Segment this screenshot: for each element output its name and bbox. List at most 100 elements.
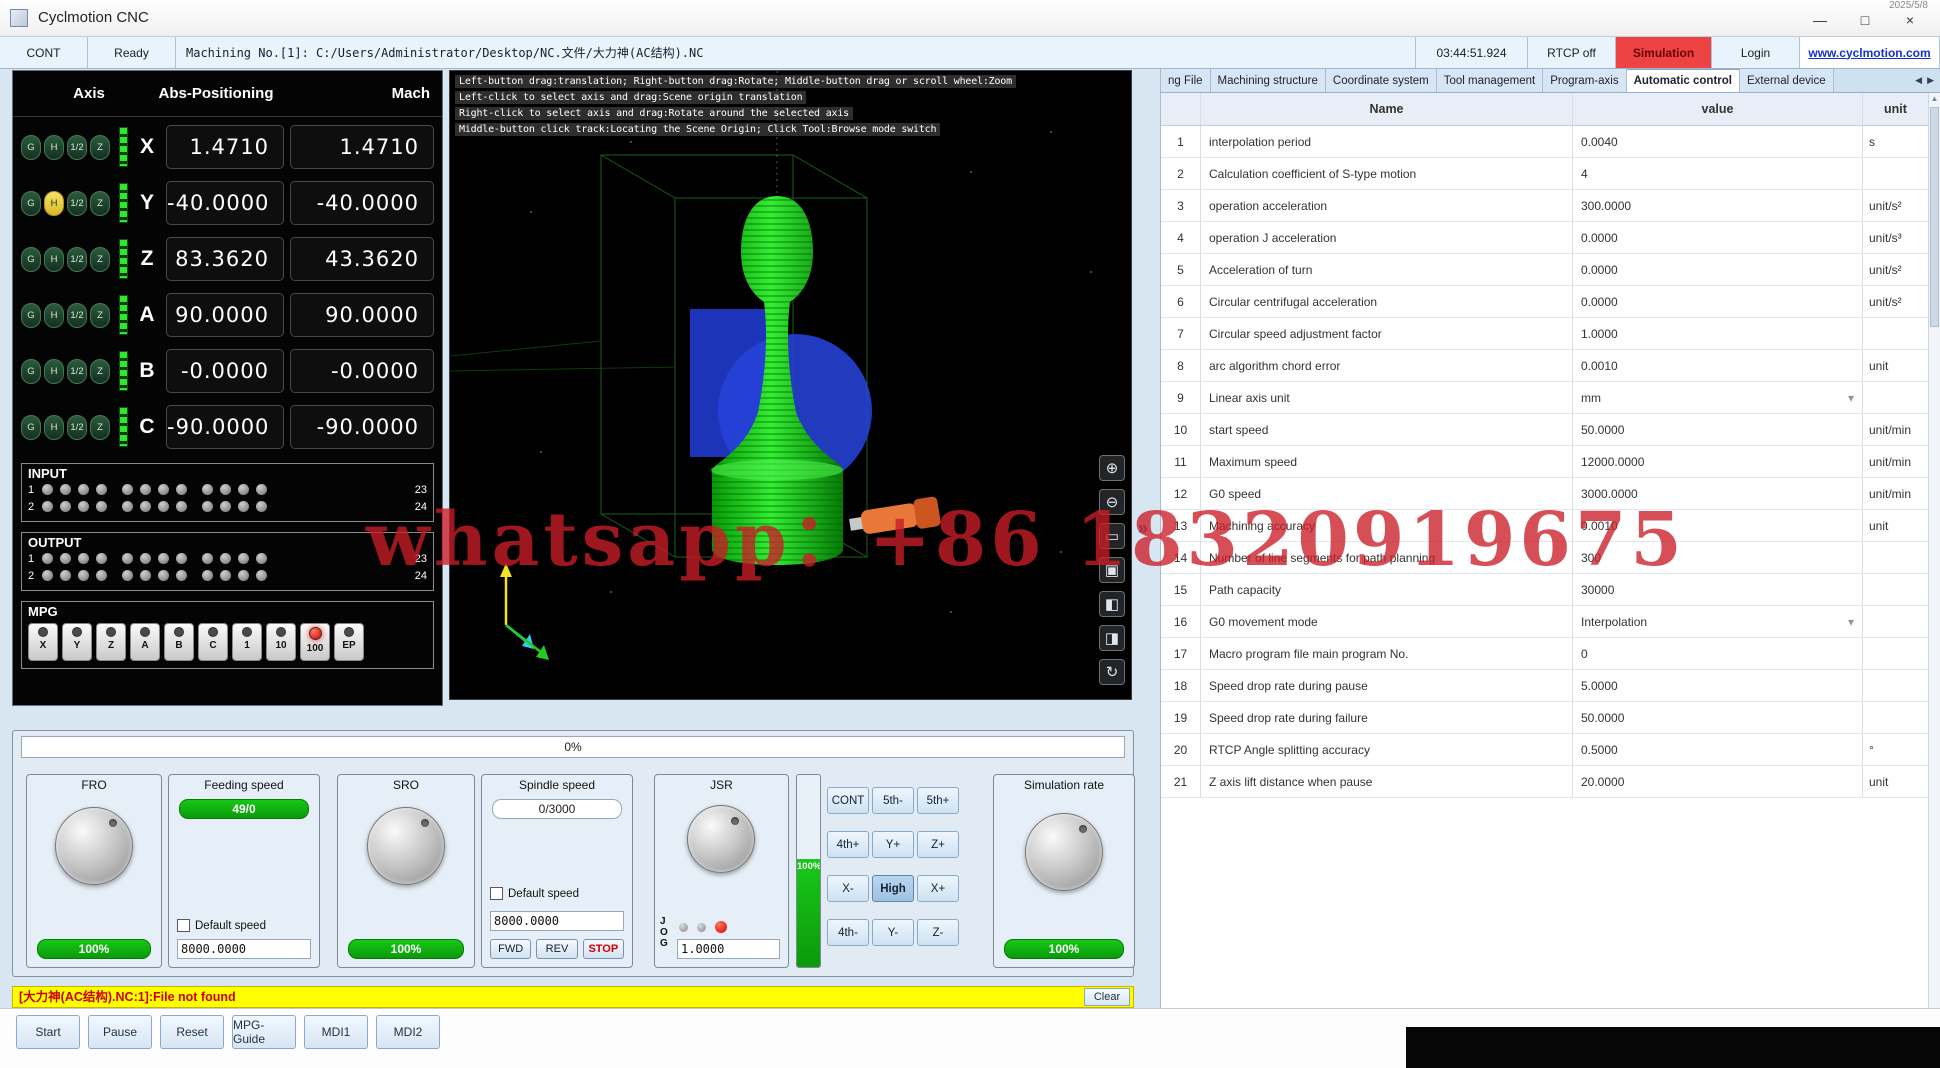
axis-c-mini-button-2[interactable]: 1/2 [67,415,87,440]
mpg-button-x[interactable]: X [28,623,58,661]
parameter-value[interactable]: 0.0000 [1573,286,1863,317]
fro-knob[interactable] [55,807,133,885]
axis-c-mini-button-0[interactable]: G [21,415,41,440]
tab-machining-structure[interactable]: Machining structure [1211,69,1326,92]
parameter-value[interactable]: 0 [1573,638,1863,669]
jog-step-input[interactable] [677,939,780,959]
tab-external-device[interactable]: External device [1740,69,1834,92]
maximize-button[interactable]: □ [1845,10,1885,32]
jog-button-xplus[interactable]: X+ [917,875,959,902]
footer-reset-button[interactable]: Reset [160,1015,224,1049]
tab-scroll-left-icon[interactable]: ◀ [1915,75,1922,86]
parameter-value[interactable]: 0.0040 [1573,126,1863,157]
parameter-value[interactable]: 12000.0000 [1573,446,1863,477]
parameter-value[interactable]: 0.0000 [1573,222,1863,253]
tab-tool-management[interactable]: Tool management [1437,69,1543,92]
parameter-value[interactable]: 20.0000 [1573,766,1863,797]
footer-start-button[interactable]: Start [16,1015,80,1049]
spindle-fwd-button[interactable]: FWD [490,939,531,959]
parameter-value[interactable]: 0.0010 [1573,350,1863,381]
3d-viewport[interactable]: Left-button drag:translation; Right-butt… [449,70,1132,700]
axis-y-mini-button-0[interactable]: G [21,191,41,216]
axis-x-mini-button-2[interactable]: 1/2 [67,135,87,160]
mpg-button-100[interactable]: 100 [300,623,330,661]
parameter-value[interactable]: 4 [1573,158,1863,189]
axis-z-mini-button-3[interactable]: Z [90,247,110,272]
axis-y-mini-button-3[interactable]: Z [90,191,110,216]
mpg-button-ep[interactable]: EP [334,623,364,661]
mpg-button-1[interactable]: 1 [232,623,262,661]
parameter-value[interactable]: 0.5000 [1573,734,1863,765]
zoom-window-icon[interactable]: ▭ [1099,523,1125,549]
jog-button-yplus[interactable]: Y+ [872,831,914,858]
axis-z-mini-button-1[interactable]: H [44,247,64,272]
parameter-value[interactable]: 50.0000 [1573,702,1863,733]
footer-mdi1-button[interactable]: MDI1 [304,1015,368,1049]
axis-c-mini-button-3[interactable]: Z [90,415,110,440]
mpg-button-z[interactable]: Z [96,623,126,661]
tab-coordinate-system[interactable]: Coordinate system [1326,69,1437,92]
tab-automatic-control[interactable]: Automatic control [1627,69,1740,92]
tab-scroll-right-icon[interactable]: ▶ [1927,75,1934,86]
jog-button-zplus[interactable]: Z+ [917,831,959,858]
mpg-button-c[interactable]: C [198,623,228,661]
footer-mdi2-button[interactable]: MDI2 [376,1015,440,1049]
parameter-value[interactable]: mm [1573,382,1863,413]
zoom-out-icon[interactable]: ⊖ [1099,489,1125,515]
mpg-button-10[interactable]: 10 [266,623,296,661]
login-button[interactable]: Login [1712,37,1800,68]
axis-c-mini-button-1[interactable]: H [44,415,64,440]
axis-a-mini-button-0[interactable]: G [21,303,41,328]
jog-button-5thplus[interactable]: 5th+ [917,787,959,814]
parameter-value[interactable]: 1.0000 [1573,318,1863,349]
jog-button-zminus[interactable]: Z- [917,919,959,946]
jsr-knob[interactable] [687,805,755,873]
parameter-value[interactable]: 0.0010 [1573,510,1863,541]
parameter-value[interactable]: 30000 [1573,574,1863,605]
tab-ng-file[interactable]: ng File [1161,69,1211,92]
jog-button-xminus[interactable]: X- [827,875,869,902]
table-scrollbar[interactable]: ▲ ▼ [1928,93,1940,1030]
jog-button-yminus[interactable]: Y- [872,919,914,946]
jog-button-cont[interactable]: CONT [827,787,869,814]
parameter-value[interactable]: 300.0000 [1573,190,1863,221]
jog-button-4thminus[interactable]: 4th- [827,919,869,946]
parameter-value[interactable]: 3000.0000 [1573,478,1863,509]
panel-collapse-handle[interactable]: » [1138,518,1148,539]
parameter-value[interactable]: 0.0000 [1573,254,1863,285]
mpg-button-b[interactable]: B [164,623,194,661]
sro-knob[interactable] [367,807,445,885]
footer-mpgminusguide-button[interactable]: MPG-Guide [232,1015,296,1049]
scrollbar-thumb[interactable] [1930,107,1939,327]
axis-x-mini-button-0[interactable]: G [21,135,41,160]
jog-speed-slider[interactable]: 100% [796,774,821,968]
parameter-value[interactable]: 300 [1573,542,1863,573]
website-link[interactable]: www.cyclmotion.com [1800,37,1940,68]
spindle-default-speed-checkbox[interactable] [490,887,503,900]
axis-z-mini-button-2[interactable]: 1/2 [67,247,87,272]
axis-a-mini-button-2[interactable]: 1/2 [67,303,87,328]
spindle-rev-button[interactable]: REV [536,939,577,959]
alarm-clear-button[interactable]: Clear [1084,988,1130,1006]
feeding-default-speed-checkbox[interactable] [177,919,190,932]
axis-b-mini-button-1[interactable]: H [44,359,64,384]
axis-y-mini-button-1[interactable]: H [44,191,64,216]
minimize-button[interactable]: — [1800,10,1840,32]
axis-b-mini-button-0[interactable]: G [21,359,41,384]
parameter-value[interactable]: 5.0000 [1573,670,1863,701]
tab-programminusaxis[interactable]: Program-axis [1543,69,1626,92]
axis-a-mini-button-3[interactable]: Z [90,303,110,328]
axis-b-mini-button-3[interactable]: Z [90,359,110,384]
3d-scene[interactable] [450,71,1132,700]
axis-x-mini-button-3[interactable]: Z [90,135,110,160]
view-side-icon[interactable]: ◧ [1099,591,1125,617]
reset-view-icon[interactable]: ↻ [1099,659,1125,685]
jog-button-4thplus[interactable]: 4th+ [827,831,869,858]
jog-button-high[interactable]: High [872,875,914,902]
axis-y-mini-button-2[interactable]: 1/2 [67,191,87,216]
axis-b-mini-button-2[interactable]: 1/2 [67,359,87,384]
axis-a-mini-button-1[interactable]: H [44,303,64,328]
close-button[interactable]: × [1890,10,1930,32]
mode-button[interactable]: CONT [0,37,88,68]
scroll-up-icon[interactable]: ▲ [1929,94,1940,103]
